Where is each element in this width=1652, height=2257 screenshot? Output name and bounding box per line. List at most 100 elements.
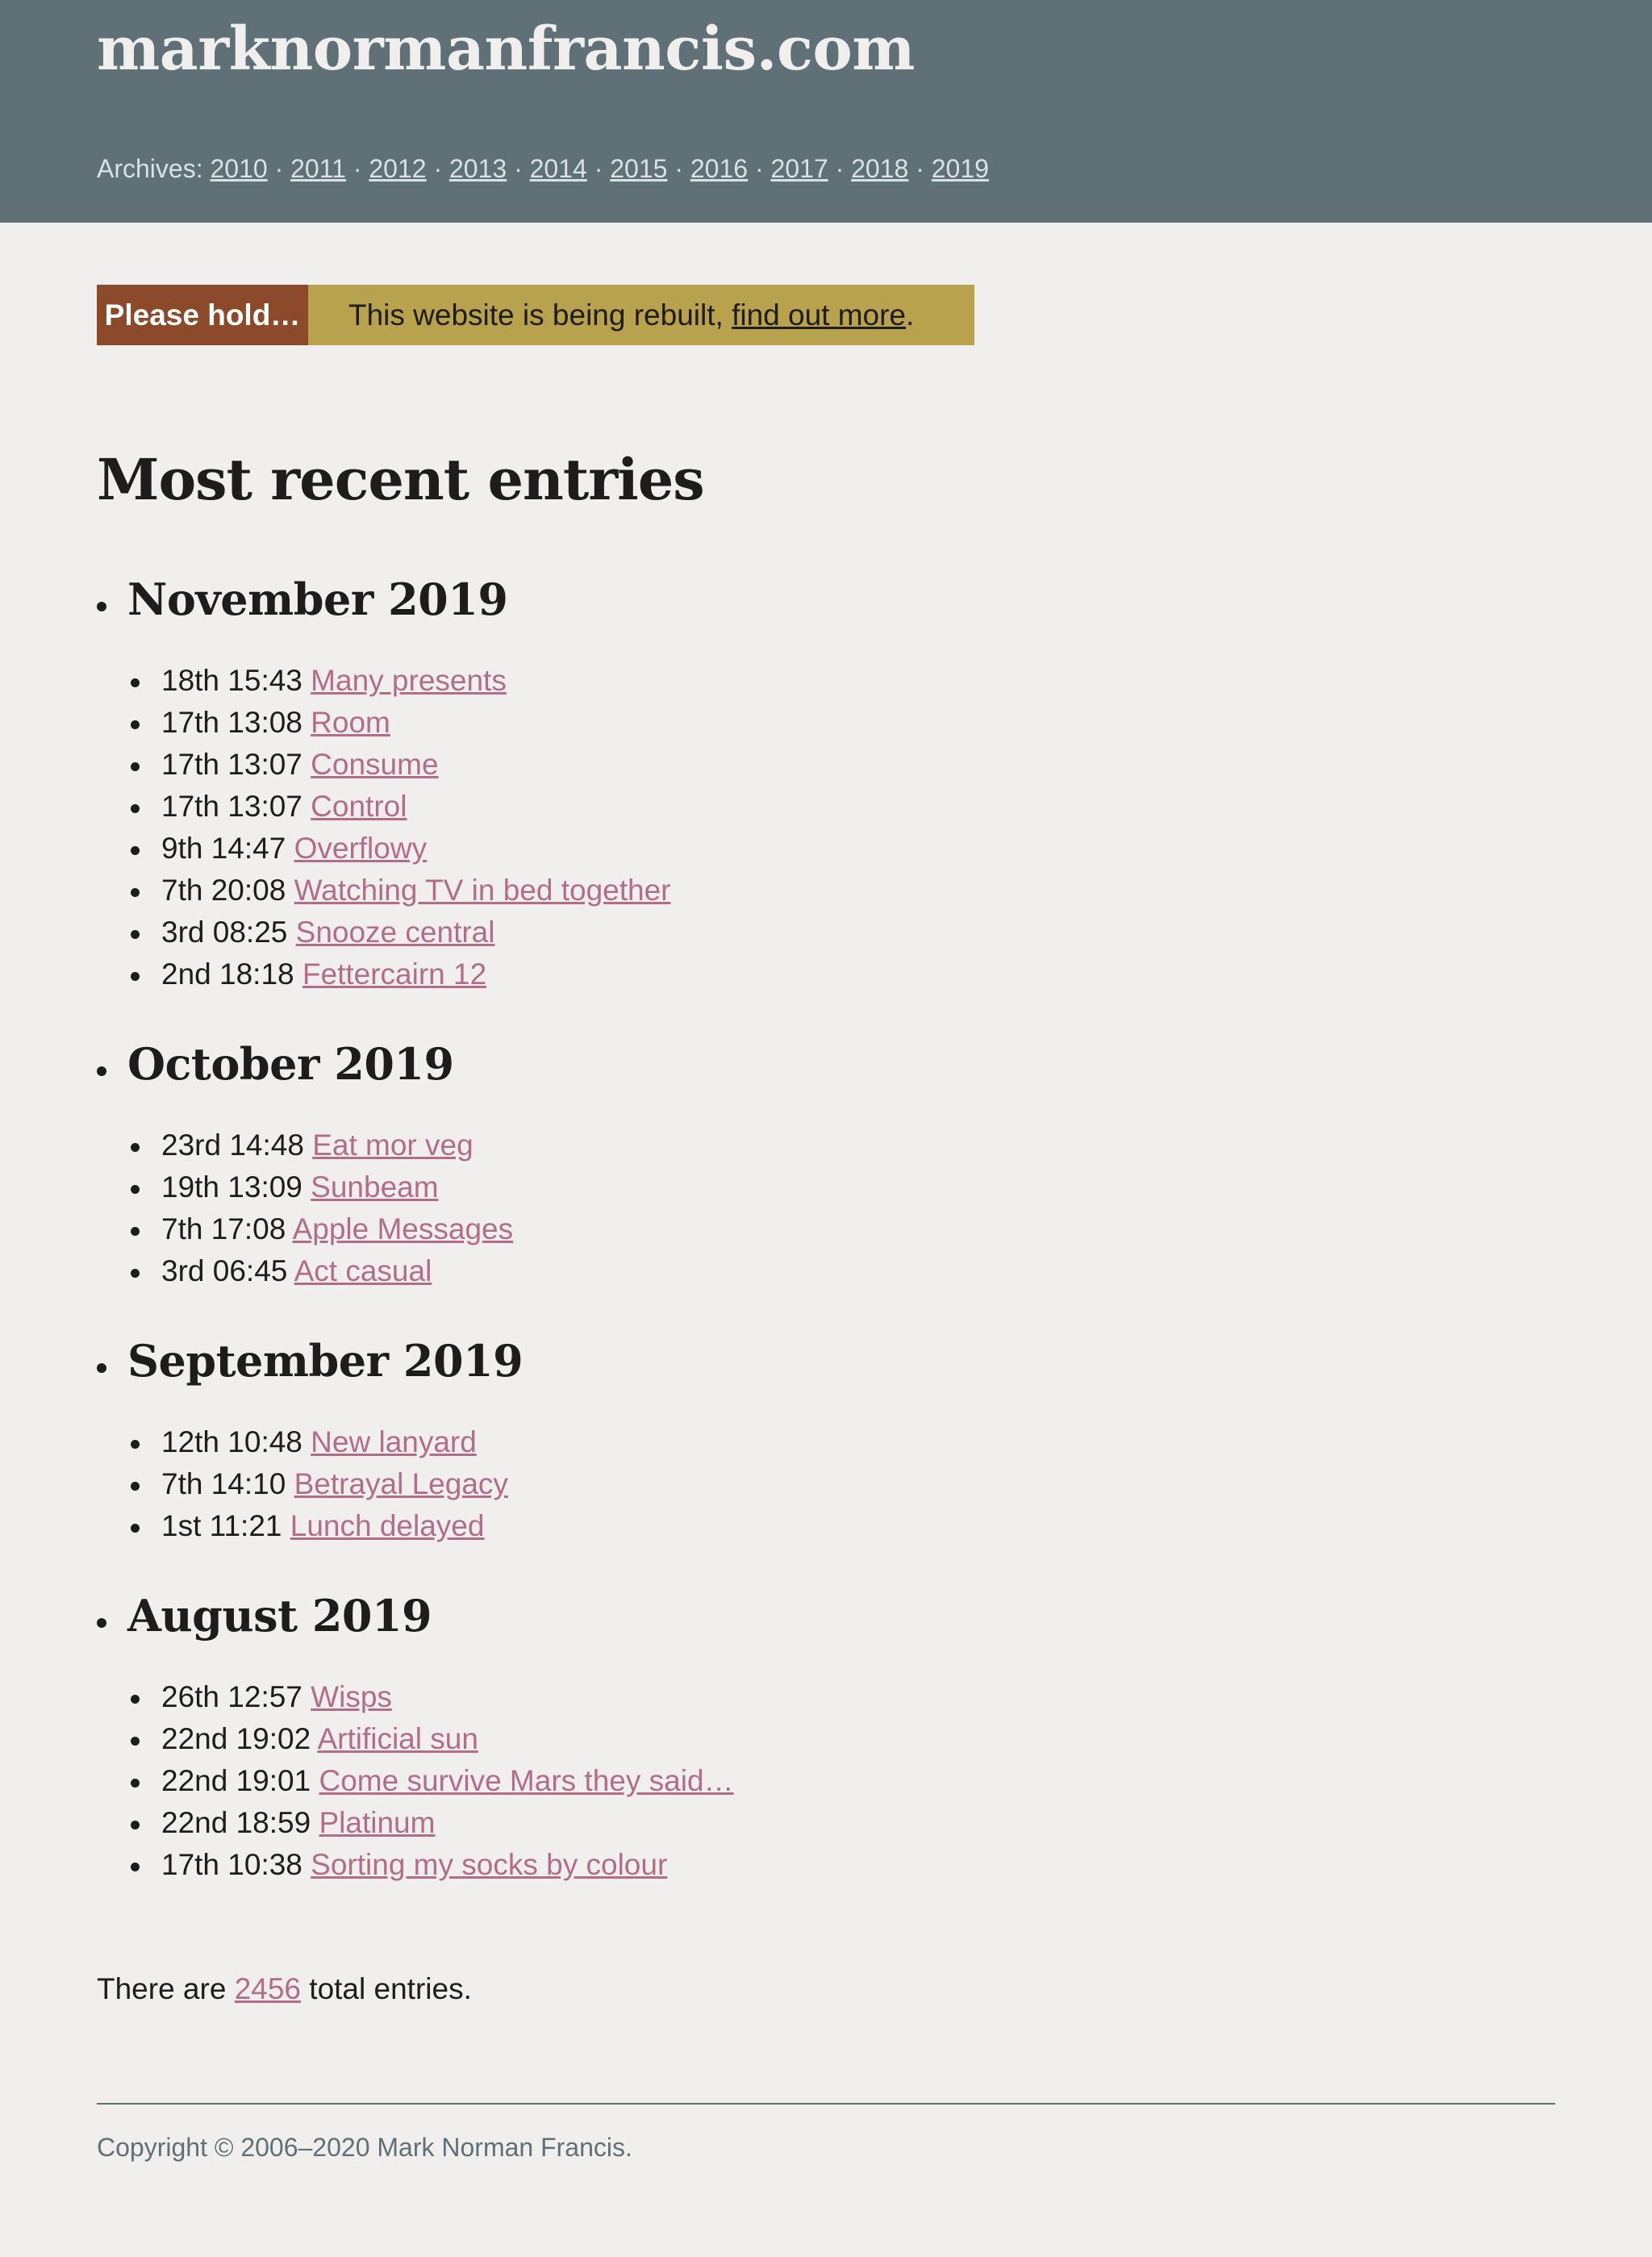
entry-time: 9th 14:47 bbox=[161, 832, 286, 865]
archive-separator: · bbox=[267, 154, 284, 183]
masthead: marknormanfrancis.com Archives: 2010 · 2… bbox=[0, 0, 1652, 223]
notice-body: This website is being rebuilt, find out … bbox=[308, 285, 974, 345]
entry-link[interactable]: Lunch delayed bbox=[290, 1509, 485, 1542]
month-section: August 2019 26th 12:57 Wisps 22nd 19:02 Ar… bbox=[97, 1581, 1549, 1886]
list-item: 22nd 19:01 Come survive Mars they said… bbox=[127, 1760, 1549, 1802]
list-item: 1st 11:21 Lunch delayed bbox=[127, 1505, 1549, 1547]
archive-year-link[interactable]: 2010 bbox=[210, 154, 267, 183]
entry-link[interactable]: Room bbox=[311, 706, 390, 739]
entry-list: 26th 12:57 Wisps 22nd 19:02 Artificial su… bbox=[127, 1676, 1549, 1886]
find-out-more-link[interactable]: find out more bbox=[732, 294, 906, 336]
entry-time: 17th 10:38 bbox=[161, 1848, 302, 1881]
entry-link[interactable]: Overflowy bbox=[294, 832, 427, 865]
list-item: 22nd 19:02 Artificial sun bbox=[127, 1718, 1549, 1760]
archive-years: 2010 · 2011 · 2012 · 2013 · 2014 · 2015 … bbox=[210, 154, 988, 183]
total-count-link[interactable]: 2456 bbox=[235, 1972, 301, 2005]
archive-separator: · bbox=[828, 154, 845, 183]
list-item: 3rd 06:45 Act casual bbox=[127, 1250, 1549, 1292]
entry-time: 3rd 08:25 bbox=[161, 916, 288, 949]
entry-time: 17th 13:07 bbox=[161, 790, 302, 823]
list-item: 23rd 14:48 Eat mor veg bbox=[127, 1124, 1549, 1166]
entry-link[interactable]: Act casual bbox=[294, 1254, 432, 1287]
entry-time: 22nd 18:59 bbox=[161, 1806, 311, 1839]
entry-time: 2nd 18:18 bbox=[161, 957, 294, 991]
archive-separator: · bbox=[426, 154, 443, 183]
archive-year-link[interactable]: 2014 bbox=[530, 154, 587, 183]
list-item: 7th 20:08 Watching TV in bed together bbox=[127, 870, 1549, 912]
archive-year-link[interactable]: 2011 bbox=[290, 154, 346, 183]
list-item: 17th 13:07 Control bbox=[127, 786, 1549, 828]
entry-time: 3rd 06:45 bbox=[161, 1254, 288, 1287]
entry-link[interactable]: Come survive Mars they said… bbox=[319, 1764, 733, 1797]
archives-nav: Archives: 2010 · 2011 · 2012 · 2013 · 20… bbox=[97, 153, 989, 184]
entry-link[interactable]: Platinum bbox=[319, 1806, 435, 1839]
archive-separator: · bbox=[667, 154, 683, 183]
entry-time: 7th 14:10 bbox=[161, 1467, 286, 1500]
entry-time: 26th 12:57 bbox=[161, 1680, 302, 1713]
entry-link[interactable]: Fettercairn 12 bbox=[302, 957, 486, 991]
archive-separator: · bbox=[748, 154, 764, 183]
month-section: September 2019 12th 10:48 New lanyard 7th … bbox=[97, 1326, 1549, 1547]
entry-link[interactable]: Snooze central bbox=[296, 916, 495, 949]
archive-separator: · bbox=[507, 154, 523, 183]
list-item: 17th 13:08 Room bbox=[127, 702, 1549, 744]
entry-link[interactable]: Wisps bbox=[311, 1680, 392, 1713]
list-item: 26th 12:57 Wisps bbox=[127, 1676, 1549, 1718]
archive-year-link[interactable]: 2015 bbox=[610, 154, 667, 183]
notice-text: This website is being rebuilt, bbox=[348, 298, 732, 332]
archive-year-link[interactable]: 2016 bbox=[690, 154, 748, 183]
list-item: 17th 10:38 Sorting my socks by colour bbox=[127, 1844, 1549, 1886]
entry-time: 22nd 19:02 bbox=[161, 1722, 311, 1755]
site-title[interactable]: marknormanfrancis.com bbox=[97, 19, 916, 79]
archive-separator: · bbox=[908, 154, 924, 183]
entry-link[interactable]: New lanyard bbox=[311, 1425, 477, 1458]
entry-list: 12th 10:48 New lanyard 7th 14:10 Betrayal… bbox=[127, 1421, 1549, 1547]
month-section: October 2019 23rd 14:48 Eat mor veg 19th 1… bbox=[97, 1029, 1549, 1292]
archive-year-link[interactable]: 2018 bbox=[851, 154, 908, 183]
entry-link[interactable]: Sunbeam bbox=[311, 1170, 438, 1204]
list-item: 3rd 08:25 Snooze central bbox=[127, 912, 1549, 953]
entry-link[interactable]: Apple Messages bbox=[293, 1212, 514, 1245]
archive-separator: · bbox=[345, 154, 362, 183]
entry-link[interactable]: Many presents bbox=[311, 664, 507, 697]
list-item: 7th 14:10 Betrayal Legacy bbox=[127, 1463, 1549, 1505]
month-section: November 2019 18th 15:43 Many presents 17t… bbox=[97, 565, 1549, 995]
entry-time: 19th 13:09 bbox=[161, 1170, 302, 1204]
entry-time: 22nd 19:01 bbox=[161, 1764, 311, 1797]
entry-link[interactable]: Artificial sun bbox=[317, 1722, 478, 1755]
list-item: 19th 13:09 Sunbeam bbox=[127, 1166, 1549, 1208]
entry-list: 23rd 14:48 Eat mor veg 19th 13:09 Sunbeam… bbox=[127, 1124, 1549, 1292]
entry-time: 23rd 14:48 bbox=[161, 1128, 304, 1162]
entry-list: 18th 15:43 Many presents 17th 13:08 Room 1… bbox=[127, 660, 1549, 995]
entry-time: 1st 11:21 bbox=[161, 1509, 282, 1542]
entry-link[interactable]: Watching TV in bed together bbox=[294, 874, 671, 907]
archive-separator: · bbox=[586, 154, 603, 183]
list-item: 22nd 18:59 Platinum bbox=[127, 1802, 1549, 1844]
entry-time: 12th 10:48 bbox=[161, 1425, 302, 1458]
archives-label: Archives: bbox=[97, 154, 203, 183]
rebuild-notice: Please hold… This website is being rebui… bbox=[97, 285, 974, 345]
total-entries: There are 2456 total entries. bbox=[97, 1968, 472, 2010]
entry-time: 17th 13:07 bbox=[161, 748, 302, 781]
list-item: 9th 14:47 Overflowy bbox=[127, 828, 1549, 870]
month-title: November 2019 bbox=[127, 574, 508, 625]
total-text-before: There are bbox=[97, 1972, 235, 2005]
notice-text-end: . bbox=[906, 298, 915, 332]
entry-link[interactable]: Eat mor veg bbox=[312, 1128, 473, 1162]
page-title: Most recent entries bbox=[97, 446, 705, 513]
month-title: August 2019 bbox=[127, 1590, 432, 1642]
list-item: 12th 10:48 New lanyard bbox=[127, 1421, 1549, 1463]
entry-link[interactable]: Control bbox=[311, 790, 407, 823]
entry-link[interactable]: Betrayal Legacy bbox=[294, 1467, 508, 1500]
entry-link[interactable]: Consume bbox=[311, 748, 438, 781]
entry-link[interactable]: Sorting my socks by colour bbox=[311, 1848, 667, 1881]
archive-year-link[interactable]: 2019 bbox=[932, 154, 989, 183]
notice-label: Please hold… bbox=[97, 285, 308, 345]
archive-year-link[interactable]: 2012 bbox=[369, 154, 426, 183]
list-item: 17th 13:07 Consume bbox=[127, 744, 1549, 786]
entry-time: 7th 17:08 bbox=[161, 1212, 286, 1245]
month-title: September 2019 bbox=[127, 1335, 524, 1387]
archive-year-link[interactable]: 2013 bbox=[449, 154, 507, 183]
list-item: 18th 15:43 Many presents bbox=[127, 660, 1549, 702]
archive-year-link[interactable]: 2017 bbox=[770, 154, 828, 183]
